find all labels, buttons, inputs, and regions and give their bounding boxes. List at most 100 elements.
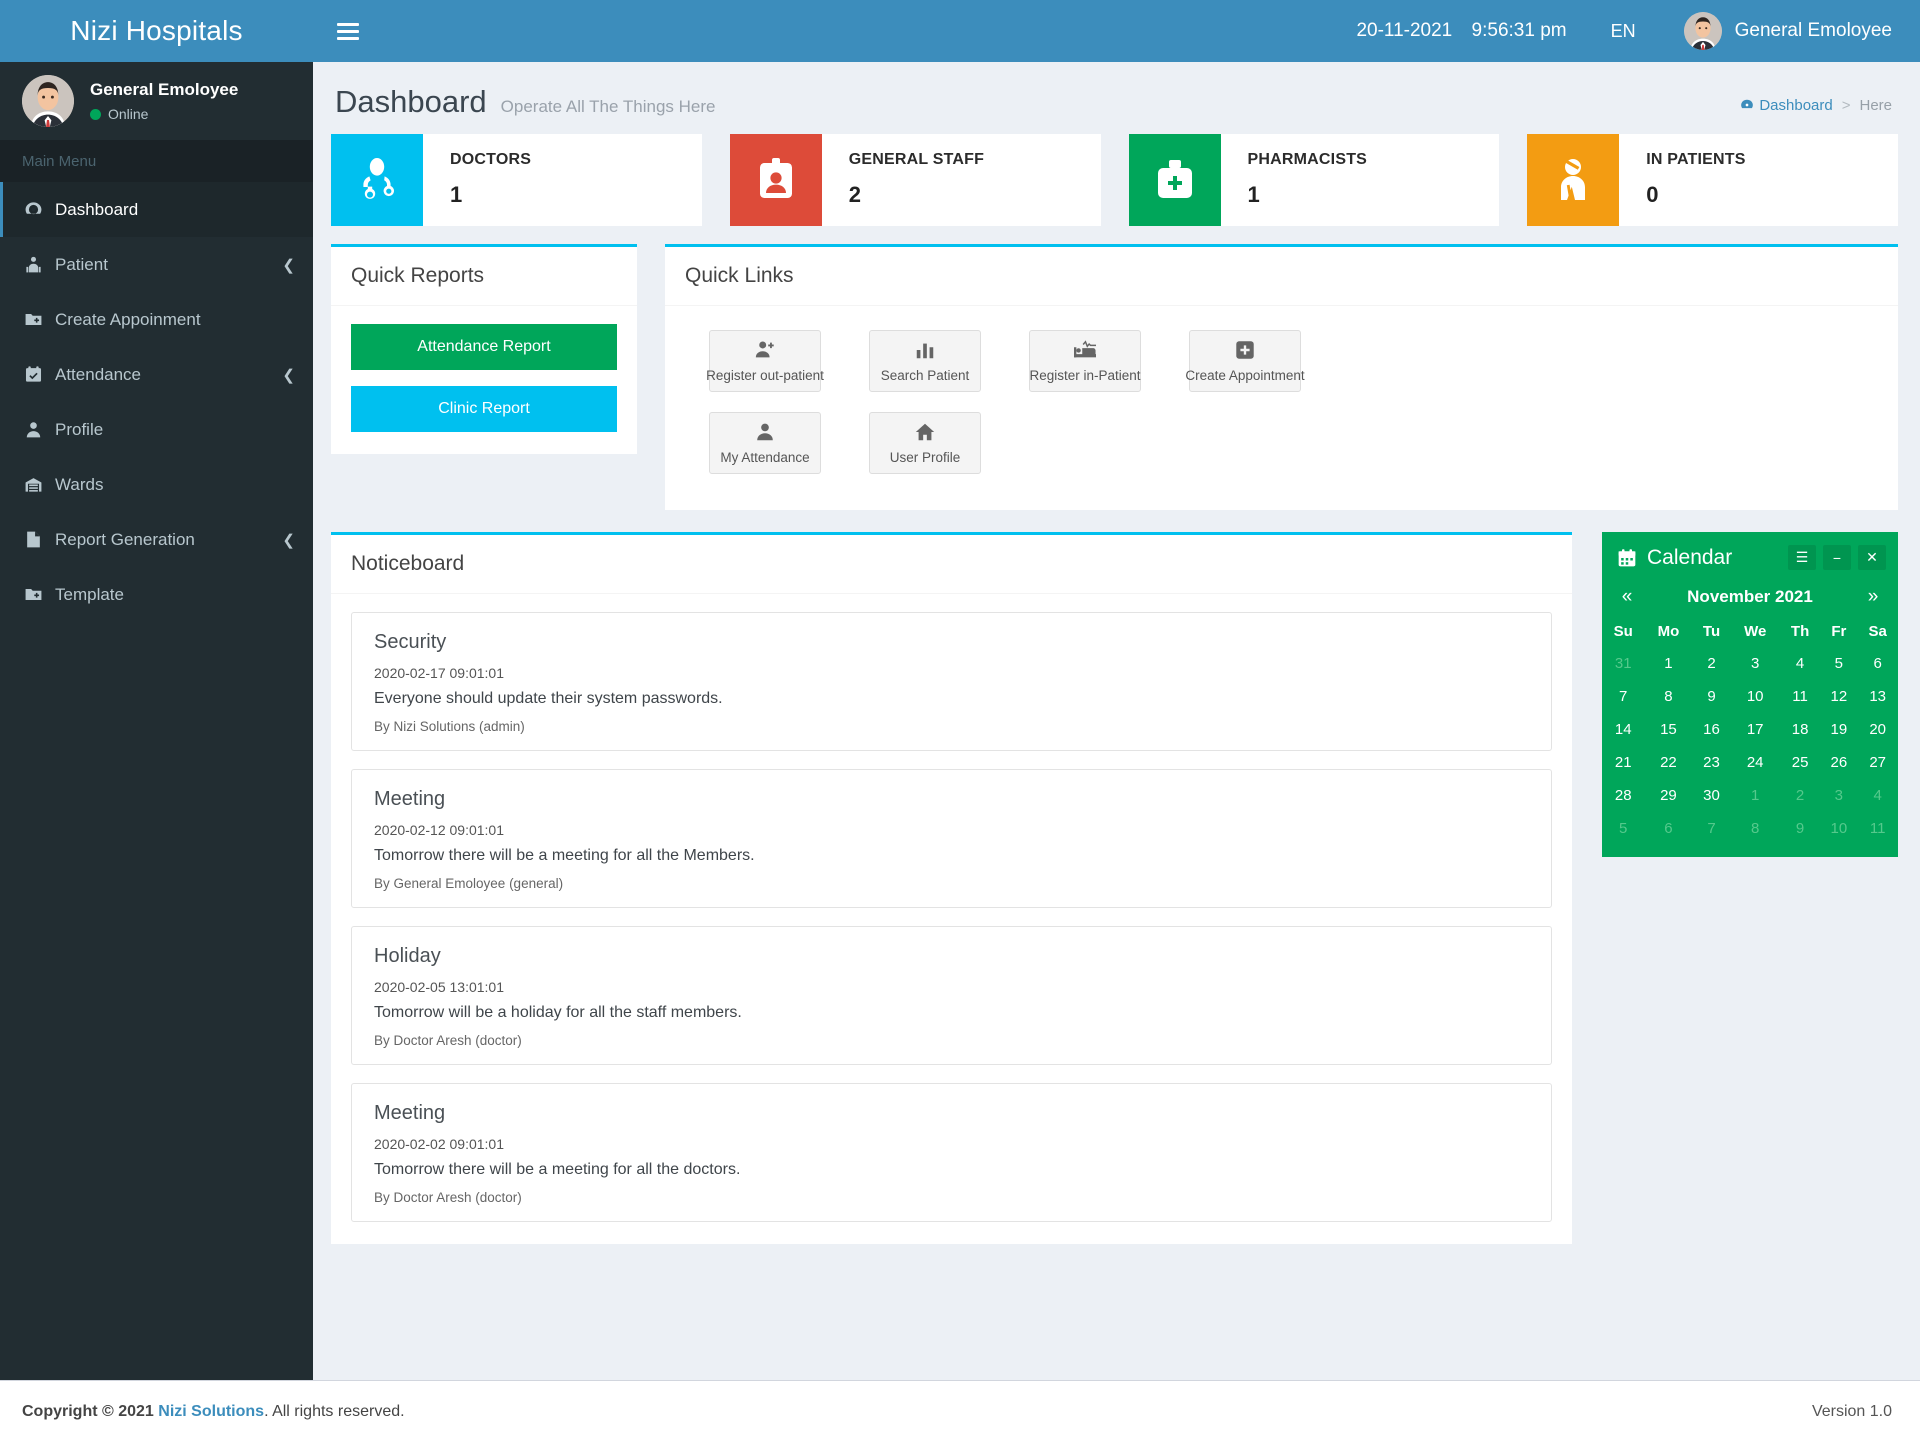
user-plus-icon	[755, 341, 774, 358]
calendar-day[interactable]: 19	[1820, 713, 1857, 746]
brand-logo[interactable]: Nizi Hospitals	[0, 0, 313, 62]
quick-link-register-in-patient[interactable]: Register in-Patient	[1029, 330, 1141, 392]
quick-link-register-out-patient[interactable]: Register out-patient	[706, 330, 824, 392]
footer-company-link[interactable]: Nizi Solutions	[158, 1403, 264, 1421]
sidebar-item-create-appoinment[interactable]: Create Appoinment	[0, 292, 313, 347]
calendar-close-icon[interactable]: ✕	[1858, 545, 1886, 570]
calendar-day[interactable]: 13	[1857, 680, 1898, 713]
notice-date: 2020-02-12 09:01:01	[374, 822, 504, 838]
calendar-day[interactable]: 11	[1780, 680, 1821, 713]
stat-card-doctors[interactable]: DOCTORS 1	[331, 134, 702, 226]
quick-link-search-patient[interactable]: Search Patient	[869, 330, 981, 392]
calendar-day[interactable]: 21	[1602, 746, 1644, 779]
calendar-day[interactable]: 10	[1731, 680, 1780, 713]
calendar-day[interactable]: 24	[1731, 746, 1780, 779]
calendar-day[interactable]: 7	[1692, 812, 1730, 845]
calendar-day[interactable]: 28	[1602, 779, 1644, 812]
sidebar-item-wards[interactable]: Wards	[0, 457, 313, 512]
calendar-day[interactable]: 5	[1820, 647, 1857, 680]
calendar-day[interactable]: 4	[1780, 647, 1821, 680]
quick-link-create-appointment[interactable]: Create Appointment	[1185, 330, 1305, 392]
calendar-day[interactable]: 8	[1644, 680, 1692, 713]
sidebar-item-profile[interactable]: Profile	[0, 402, 313, 457]
calendar-day[interactable]: 2	[1780, 779, 1821, 812]
language-selector[interactable]: EN	[1611, 21, 1636, 42]
user-menu[interactable]: General Emoloyee	[1683, 12, 1892, 50]
calendar-day[interactable]: 22	[1644, 746, 1692, 779]
calendar-day[interactable]: 10	[1820, 812, 1857, 845]
notice-item[interactable]: Holiday 2020-02-05 13:01:01 Tomorrow wil…	[351, 926, 1552, 1065]
calendar-grid: Su Mo Tu We Th Fr Sa 31 1 2 3 4 5 6 7 8 9 10 11 12 13…	[1602, 616, 1898, 845]
calendar-day[interactable]: 5	[1602, 812, 1644, 845]
calendar-weekday: We	[1744, 623, 1767, 640]
calendar-day[interactable]: 14	[1602, 713, 1644, 746]
calendar-prev-button[interactable]: «	[1617, 586, 1637, 608]
quick-link-cell: Register in-Patient	[1005, 324, 1165, 406]
calendar-week-row: 21 22 23 24 25 26 27	[1602, 746, 1898, 779]
calendar-weekday: Mo	[1657, 623, 1680, 640]
calendar-day[interactable]: 12	[1820, 680, 1857, 713]
quick-link-user-profile[interactable]: User Profile	[869, 412, 981, 474]
sidebar-item-patient[interactable]: Patient ❮	[0, 237, 313, 292]
warehouse-icon	[22, 475, 44, 495]
sidebar-toggle-icon[interactable]	[335, 14, 369, 48]
calendar-day[interactable]: 25	[1780, 746, 1821, 779]
stat-card-in-patients[interactable]: IN PATIENTS 0	[1527, 134, 1898, 226]
calendar-day[interactable]: 27	[1857, 746, 1898, 779]
calendar-day[interactable]: 7	[1602, 680, 1644, 713]
sidebar-item-dashboard[interactable]: Dashboard	[0, 182, 313, 237]
calendar-day[interactable]: 8	[1731, 812, 1780, 845]
quick-reports-panel: Quick Reports Attendance Report Clinic R…	[331, 244, 637, 454]
calendar-weekday: Fr	[1831, 623, 1847, 640]
calendar-day[interactable]: 9	[1780, 812, 1821, 845]
sidebar-item-label: Report Generation	[55, 529, 195, 549]
calendar-next-button[interactable]: »	[1863, 586, 1883, 608]
top-bar: Nizi Hospitals 20-11-2021 9:56:31 pm EN	[0, 0, 1920, 62]
sidebar-item-label: Attendance	[55, 364, 142, 384]
calendar-day[interactable]: 18	[1780, 713, 1821, 746]
quick-links-grid: Register out-patient Search Patient Regi…	[685, 324, 1878, 488]
noticeboard-title: Noticeboard	[351, 552, 465, 575]
calendar-day[interactable]: 17	[1731, 713, 1780, 746]
clinic-report-button[interactable]: Clinic Report	[351, 386, 617, 432]
stat-cards: DOCTORS 1 GENERAL STAFF 2 PHARMACISTS 1 …	[331, 134, 1898, 226]
sidebar-item-template[interactable]: Template	[0, 567, 313, 622]
calendar-day[interactable]: 4	[1857, 779, 1898, 812]
stat-card-pharmacists[interactable]: PHARMACISTS 1	[1128, 134, 1500, 226]
sidebar-item-report-generation[interactable]: Report Generation ❮	[0, 512, 313, 567]
calendar-day[interactable]: 6	[1857, 647, 1898, 680]
calendar-day[interactable]: 11	[1857, 812, 1898, 845]
notice-body: Everyone should update their system pass…	[374, 690, 723, 707]
page-subtitle: Operate All The Things Here	[500, 97, 716, 116]
calendar-menu-icon[interactable]: ☰	[1788, 545, 1816, 570]
calendar-day[interactable]: 1	[1644, 647, 1692, 680]
calendar-minimize-icon[interactable]: −	[1823, 545, 1851, 570]
notice-item[interactable]: Meeting 2020-02-02 09:01:01 Tomorrow the…	[351, 1083, 1552, 1222]
sidebar-item-attendance[interactable]: Attendance ❮	[0, 347, 313, 402]
calendar-day[interactable]: 15	[1644, 713, 1692, 746]
breadcrumb-root[interactable]: Dashboard	[1740, 97, 1833, 114]
calendar-day[interactable]: 23	[1692, 746, 1730, 779]
calendar-day[interactable]: 29	[1644, 779, 1692, 812]
calendar-day[interactable]: 31	[1602, 647, 1644, 680]
notice-body: Tomorrow will be a holiday for all the s…	[374, 1004, 742, 1021]
calendar-day[interactable]: 6	[1644, 812, 1692, 845]
calendar-day[interactable]: 2	[1692, 647, 1730, 680]
calendar-day[interactable]: 3	[1731, 647, 1780, 680]
notice-item[interactable]: Meeting 2020-02-12 09:01:01 Tomorrow the…	[351, 769, 1552, 908]
attendance-report-button[interactable]: Attendance Report	[351, 324, 617, 370]
calendar-day[interactable]: 30	[1692, 779, 1730, 812]
calendar-day[interactable]: 26	[1820, 746, 1857, 779]
calendar-day[interactable]: 9	[1692, 680, 1730, 713]
calendar-day[interactable]: 16	[1692, 713, 1730, 746]
stat-card-general-staff[interactable]: GENERAL STAFF 2	[729, 134, 1101, 226]
quick-link-cell: Create Appointment	[1165, 324, 1325, 406]
sidebar-item-label: Wards	[55, 474, 104, 494]
notice-item[interactable]: Security 2020-02-17 09:01:01 Everyone sh…	[351, 612, 1552, 751]
stat-value: 0	[1646, 182, 1659, 207]
calendar-day[interactable]: 3	[1820, 779, 1857, 812]
sidebar-user-panel[interactable]: General Emoloyee Online	[0, 62, 313, 140]
quick-link-my-attendance[interactable]: My Attendance	[709, 412, 821, 474]
calendar-day[interactable]: 20	[1857, 713, 1898, 746]
calendar-day[interactable]: 1	[1731, 779, 1780, 812]
